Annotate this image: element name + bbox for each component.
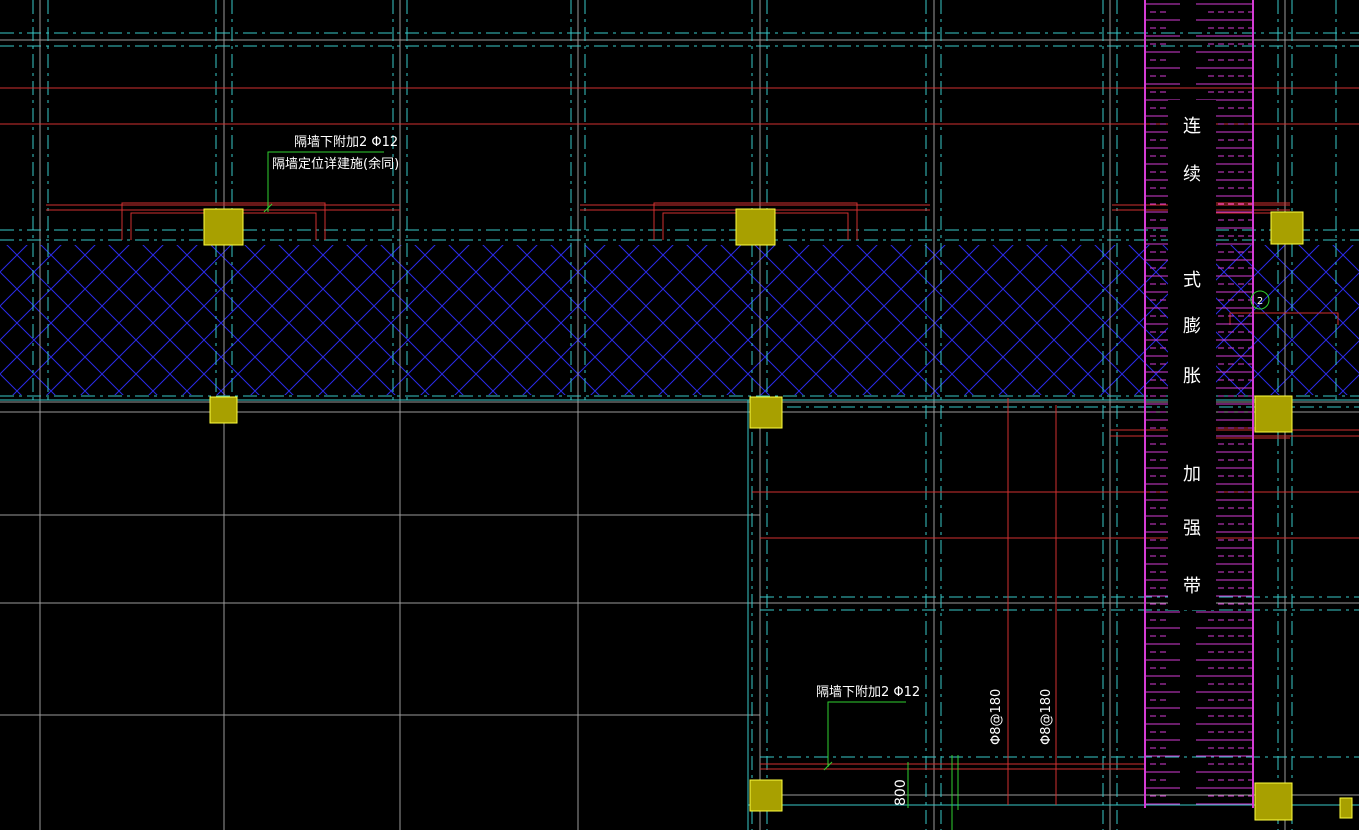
section-mark-label: 2	[1257, 296, 1263, 307]
rebar-label: Φ8@180	[1039, 689, 1054, 745]
column[interactable]	[749, 779, 783, 812]
leader-line-bottom	[827, 701, 906, 767]
note-bottom: 隔墙下附加2 Φ12	[816, 685, 920, 700]
column[interactable]	[203, 208, 244, 246]
dimension-label: 800	[893, 779, 909, 806]
expansion-band: 连 续 式 膨 胀 加 强 带	[1144, 0, 1254, 808]
band-char: 续	[1183, 164, 1201, 185]
column[interactable]	[1254, 395, 1293, 433]
band-char: 连	[1183, 116, 1201, 137]
band-char: 带	[1183, 576, 1201, 597]
band-char: 胀	[1183, 366, 1201, 387]
note-top-line2: 隔墙定位详建施(余同)	[272, 156, 399, 172]
band-char: 式	[1183, 270, 1201, 291]
cad-drawing-canvas[interactable]: 连 续 式 膨 胀 加 强 带 2 隔墙下附加2 Φ12 隔墙定位详建施(余同)…	[0, 0, 1359, 830]
column[interactable]	[1254, 782, 1293, 821]
note-top-line1: 隔墙下附加2 Φ12	[294, 135, 398, 150]
rebar-label: Φ8@180	[989, 689, 1004, 745]
column[interactable]	[1339, 797, 1353, 819]
band-char: 加	[1183, 464, 1201, 485]
column[interactable]	[209, 396, 238, 424]
band-char: 膨	[1183, 316, 1201, 337]
band-char: 强	[1183, 518, 1201, 539]
column[interactable]	[749, 396, 783, 429]
column[interactable]	[735, 208, 776, 246]
column[interactable]	[1270, 211, 1304, 245]
